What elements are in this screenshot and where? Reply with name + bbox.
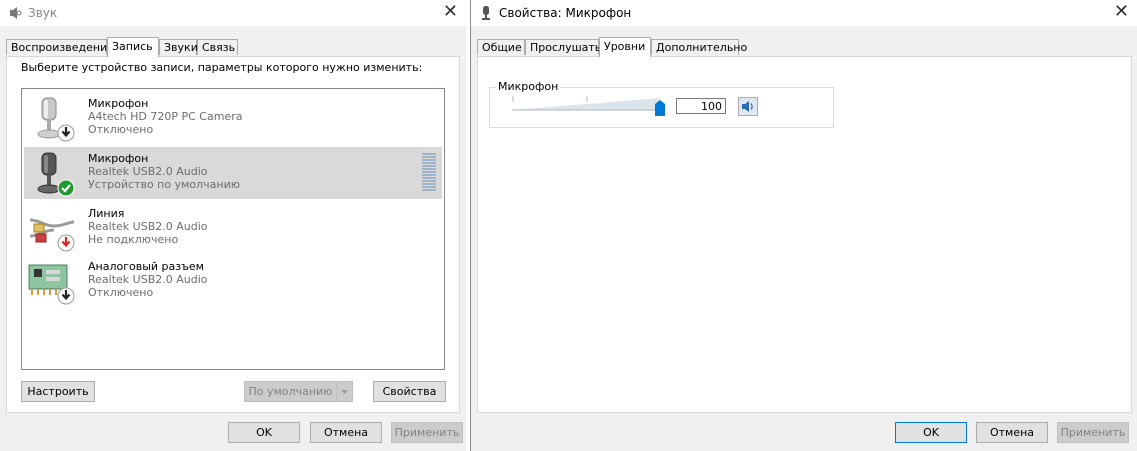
properties-dialog-titlebar[interactable]: Свойства: Микрофон ✕ [471, 0, 1137, 26]
sound-dialog-titlebar[interactable]: Звук ✕ [0, 0, 466, 26]
window-title: Звук [28, 6, 58, 20]
set-default-label: По умолчанию [248, 385, 333, 398]
set-default-button[interactable]: По умолчанию [244, 381, 353, 402]
device-name: Линия [88, 207, 125, 220]
mute-toggle-button[interactable] [738, 97, 758, 116]
device-driver: Realtek USB2.0 Audio [88, 220, 208, 233]
ok-button[interactable]: OK [895, 422, 967, 443]
list-item[interactable]: Линия Realtek USB2.0 Audio Не подключено [24, 202, 442, 254]
tab-sounds[interactable]: Звуки [159, 39, 198, 55]
device-list[interactable]: Микрофон A4tech HD 720P PC Camera Отключ… [21, 88, 445, 370]
level-meter [422, 153, 436, 193]
close-icon[interactable]: ✕ [1114, 2, 1129, 22]
device-name: Аналоговый разъем [88, 260, 204, 273]
microphone-icon [37, 152, 75, 197]
ok-button[interactable]: OK [228, 422, 300, 443]
microphone-properties-dialog: Свойства: Микрофон ✕ Общие Прослушать Ур… [470, 0, 1137, 451]
close-icon[interactable]: ✕ [443, 2, 458, 22]
properties-button[interactable]: Свойства [373, 381, 446, 402]
apply-button[interactable]: Применить [391, 422, 463, 443]
apply-button[interactable]: Применить [1057, 422, 1129, 443]
slider-track [512, 96, 662, 111]
microphone-icon [482, 6, 490, 20]
tab-listen[interactable]: Прослушать [525, 39, 601, 55]
speaker-settings-icon [10, 7, 22, 19]
device-status: Отключено [88, 123, 154, 136]
device-status: Не подключено [88, 233, 179, 246]
device-status: Отключено [88, 286, 154, 299]
device-driver: Realtek USB2.0 Audio [88, 273, 208, 286]
tab-playback[interactable]: Воспроизведение [6, 39, 114, 55]
slider-thumb[interactable] [654, 99, 666, 117]
line-in-cable-icon [29, 218, 75, 252]
device-name: Микрофон [88, 152, 149, 165]
cancel-button[interactable]: Отмена [310, 422, 382, 443]
sound-dialog: Звук ✕ Воспроизведение Запись Звуки Связ… [0, 0, 466, 451]
list-item[interactable]: Микрофон A4tech HD 720P PC Camera Отключ… [24, 92, 442, 144]
instruction-text: Выберите устройство записи, параметры ко… [21, 61, 423, 74]
tab-panel-levels: Микрофон [477, 56, 1132, 413]
tab-recording[interactable]: Запись [107, 37, 159, 57]
device-name: Микрофон [88, 97, 149, 110]
tab-general[interactable]: Общие [477, 39, 525, 55]
list-item[interactable]: Аналоговый разъем Realtek USB2.0 Audio О… [24, 255, 442, 307]
microphone-icon [37, 97, 75, 142]
level-value-field[interactable] [676, 98, 726, 114]
list-item-selected[interactable]: Микрофон Realtek USB2.0 Audio Устройство… [24, 147, 442, 199]
window-title: Свойства: Микрофон [499, 6, 632, 20]
tab-communications[interactable]: Связь [197, 39, 238, 55]
speaker-icon [742, 101, 753, 112]
device-status: Устройство по умолчанию [88, 178, 241, 191]
device-driver: A4tech HD 720P PC Camera [88, 110, 243, 123]
device-driver: Realtek USB2.0 Audio [88, 165, 208, 178]
microphone-level-group: Микрофон [489, 80, 834, 128]
tab-levels[interactable]: Уровни [599, 37, 651, 57]
sound-card-icon [28, 264, 75, 305]
cancel-button[interactable]: Отмена [976, 422, 1048, 443]
group-label: Микрофон [496, 80, 561, 93]
configure-button[interactable]: Настроить [21, 381, 95, 402]
dropdown-arrow-icon[interactable] [336, 382, 352, 401]
level-slider[interactable] [512, 94, 666, 117]
tab-advanced[interactable]: Дополнительно [651, 39, 747, 55]
